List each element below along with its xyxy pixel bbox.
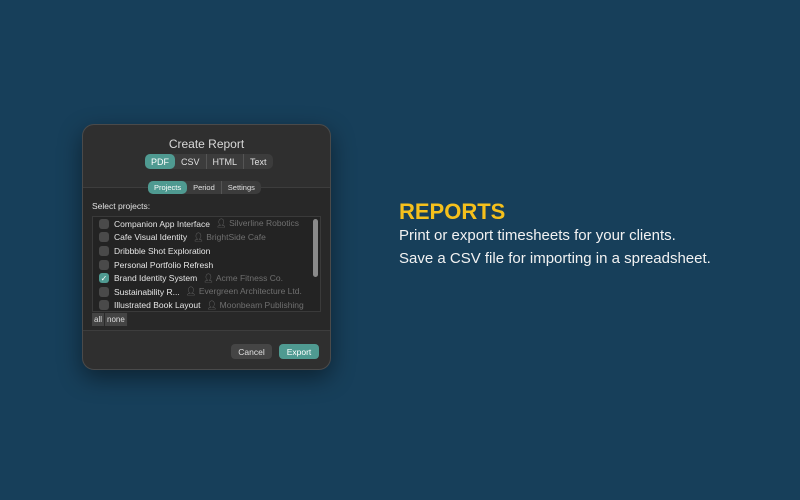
export-button[interactable]: Export bbox=[279, 344, 319, 359]
person-icon: 👤︎ bbox=[185, 286, 197, 297]
promo-line-2: Save a CSV file for importing in a sprea… bbox=[399, 250, 711, 267]
project-name: Dribbble Shot Exploration bbox=[114, 245, 211, 256]
client-label: 👤︎ Silverline Robotics bbox=[216, 218, 299, 229]
project-row[interactable]: ✓ Brand Identity System 👤︎ Acme Fitness Co… bbox=[93, 271, 320, 285]
project-checkbox[interactable] bbox=[99, 286, 109, 297]
client-name: Evergreen Architecture Ltd. bbox=[198, 286, 302, 297]
client-label: 👤︎ BrightSide Cafe bbox=[193, 232, 266, 243]
project-checkbox[interactable] bbox=[99, 232, 109, 243]
project-name: Cafe Visual Identity bbox=[114, 232, 188, 243]
person-icon: 👤︎ bbox=[215, 218, 227, 229]
selection-buttons: all none bbox=[92, 313, 128, 326]
promo-heading: REPORTS bbox=[399, 199, 506, 224]
project-row[interactable]: Personal Portfolio Refresh bbox=[93, 258, 320, 272]
project-name: Personal Portfolio Refresh bbox=[114, 259, 214, 270]
format-csv[interactable]: CSV bbox=[175, 154, 206, 169]
format-selector: PDF CSV HTML Text bbox=[145, 154, 273, 169]
person-icon: 👤︎ bbox=[193, 231, 204, 242]
tab-bar: Projects Period Settings bbox=[148, 181, 261, 194]
project-name: Companion App Interface bbox=[114, 218, 210, 229]
project-name: Illustrated Book Layout bbox=[114, 300, 201, 311]
project-checkbox[interactable] bbox=[99, 300, 109, 311]
select-all-button[interactable]: all bbox=[92, 313, 106, 326]
project-checkbox[interactable]: ✓ bbox=[99, 273, 109, 284]
person-icon: 👤︎ bbox=[206, 299, 218, 310]
tab-period[interactable]: Period bbox=[187, 181, 221, 194]
project-checkbox[interactable] bbox=[99, 259, 109, 270]
project-row[interactable]: Cafe Visual Identity 👤︎ BrightSide Cafe bbox=[93, 231, 320, 245]
format-text[interactable]: Text bbox=[243, 154, 273, 169]
tab-projects[interactable]: Projects bbox=[148, 181, 188, 194]
project-row[interactable]: Dribbble Shot Exploration bbox=[93, 244, 320, 258]
format-pdf[interactable]: PDF bbox=[145, 154, 175, 169]
client-label: 👤︎ Moonbeam Publishing bbox=[206, 300, 303, 311]
dialog-title: Create Report bbox=[168, 137, 245, 151]
tab-settings[interactable]: Settings bbox=[220, 181, 261, 194]
client-name: Moonbeam Publishing bbox=[219, 299, 304, 310]
person-icon: 👤︎ bbox=[203, 272, 214, 283]
project-checkbox[interactable] bbox=[99, 218, 109, 229]
project-name: Brand Identity System bbox=[114, 273, 198, 284]
client-name: Silverline Robotics bbox=[229, 218, 300, 229]
client-name: Acme Fitness Co. bbox=[215, 272, 283, 283]
client-label: 👤︎ Acme Fitness Co. bbox=[203, 273, 283, 284]
create-report-dialog: Create Report PDF CSV HTML Text Projects… bbox=[82, 124, 331, 370]
promo-line-1: Print or export timesheets for your clie… bbox=[399, 227, 676, 244]
project-row[interactable]: Companion App Interface 👤︎ Silverline Rob… bbox=[93, 217, 320, 231]
client-name: BrightSide Cafe bbox=[206, 231, 266, 242]
project-row[interactable]: Illustrated Book Layout 👤︎ Moonbeam Publi… bbox=[93, 299, 320, 311]
project-list: Companion App Interface 👤︎ Silverline Rob… bbox=[92, 216, 321, 312]
cancel-button[interactable]: Cancel bbox=[231, 344, 272, 359]
select-projects-label: Select projects: bbox=[92, 201, 151, 211]
scrollbar[interactable] bbox=[313, 219, 318, 277]
select-none-button[interactable]: none bbox=[105, 313, 128, 326]
project-checkbox[interactable] bbox=[99, 245, 109, 256]
project-name: Sustainability R... bbox=[114, 286, 180, 297]
client-label: 👤︎ Evergreen Architecture Ltd. bbox=[186, 286, 302, 297]
format-html[interactable]: HTML bbox=[205, 154, 244, 169]
project-row[interactable]: Sustainability R... 👤︎ Evergreen Architec… bbox=[93, 285, 320, 299]
